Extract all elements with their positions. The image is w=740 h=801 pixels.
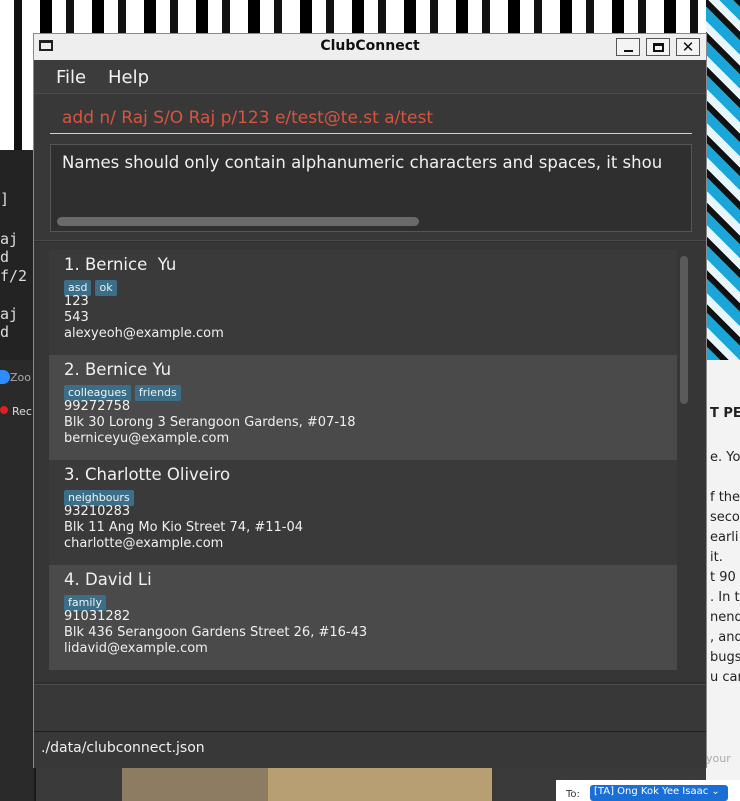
person-email: charlotte@example.com (64, 536, 224, 551)
person-card[interactable]: 3. Charlotte Oliveiro neighbours 9321028… (49, 460, 677, 565)
menu-bar: File Help (34, 60, 706, 94)
save-location: ./data/clubconnect.json (41, 740, 205, 756)
person-phone: 123 (64, 294, 89, 309)
person-name: 3. Charlotte Oliveiro (64, 465, 231, 484)
status-bar: ./data/clubconnect.json (34, 731, 706, 768)
horizontal-scrollbar[interactable] (57, 217, 419, 226)
scrollbar-thumb[interactable] (680, 256, 688, 404)
chat-recipient-dropdown[interactable]: [TA] Ong Kok Yee Isaac ⌄ (590, 785, 728, 801)
doc-line: earli (710, 530, 739, 545)
video-thumbnail (268, 766, 492, 801)
result-display[interactable]: Names should only contain alphanumeric c… (50, 144, 692, 232)
zoom-label: Zoo (10, 371, 31, 384)
doc-line: u car (710, 670, 740, 685)
person-address: Blk 436 Serangoon Gardens Street 26, #16… (64, 625, 368, 640)
doc-line: . In th (710, 590, 740, 605)
result-display-panel: Names should only contain alphanumeric c… (34, 140, 706, 241)
minimize-icon (623, 50, 633, 52)
terminal-line: aj d (0, 230, 19, 266)
person-email: lidavid@example.com (64, 641, 208, 656)
doc-line: T PE (710, 406, 740, 421)
person-phone: 93210283 (64, 504, 131, 519)
person-address: Blk 30 Lorong 3 Serangoon Gardens, #07-1… (64, 415, 356, 430)
doc-line: f the (710, 490, 740, 505)
tag: ok (95, 280, 117, 296)
person-list: 1. Bernice Yu asd ok 123 543 alexyeoh@exa… (49, 250, 677, 670)
person-name: 1. Bernice Yu (64, 255, 177, 274)
wallpaper-pattern-right (706, 0, 740, 360)
menu-file[interactable]: File (56, 67, 86, 88)
person-name: 4. David Li (64, 570, 152, 589)
terminal-line: ] (0, 190, 10, 208)
vertical-scrollbar[interactable] (678, 250, 690, 670)
empty-panel (34, 684, 706, 732)
app-window: ClubConnect ✕ File Help Names should onl… (33, 33, 707, 768)
person-phone: 99272758 (64, 399, 131, 414)
doc-line: nend (710, 610, 740, 625)
chat-input-placeholder: your (706, 752, 731, 765)
person-phone: 91031282 (64, 609, 131, 624)
tag: friends (134, 385, 181, 401)
person-card[interactable]: 1. Bernice Yu asd ok 123 543 alexyeoh@exa… (49, 250, 677, 355)
tag-list: colleagues friends (64, 381, 677, 401)
doc-line: seco (710, 510, 740, 525)
person-card[interactable]: 4. David Li family 91031282 Blk 436 Sera… (49, 565, 677, 670)
person-email: alexyeoh@example.com (64, 326, 224, 341)
person-address: 543 (64, 310, 89, 325)
doc-line: e. Yo (710, 450, 740, 465)
command-input[interactable] (50, 102, 692, 134)
terminal-line: aj d (0, 305, 19, 341)
command-box (34, 94, 706, 140)
doc-line: t 90 n (710, 570, 740, 585)
tag-list: asd ok (64, 276, 677, 296)
person-list-panel: 1. Bernice Yu asd ok 123 543 alexyeoh@exa… (34, 242, 706, 682)
tag-list: family (64, 591, 677, 611)
person-card[interactable]: 2. Bernice Yu colleagues friends 99272758… (49, 355, 677, 460)
close-button[interactable]: ✕ (676, 38, 700, 56)
doc-line: , and (710, 630, 740, 645)
chat-to-label: To: (566, 789, 580, 800)
title-bar[interactable]: ClubConnect ✕ (34, 34, 706, 61)
person-email: berniceyu@example.com (64, 431, 230, 446)
doc-line: it. (710, 550, 723, 565)
record-label: Rec (12, 405, 32, 418)
tag-list: neighbours (64, 486, 677, 506)
result-message: Names should only contain alphanumeric c… (62, 153, 663, 172)
doc-line: bugs (710, 650, 740, 665)
record-icon (0, 406, 8, 414)
maximize-button[interactable] (646, 38, 670, 56)
minimize-button[interactable] (616, 38, 640, 56)
maximize-icon (652, 42, 664, 52)
menu-help[interactable]: Help (108, 67, 149, 88)
terminal-line: f/2 (0, 267, 28, 285)
zoom-panel: Zoo Rec (0, 360, 34, 801)
person-name: 2. Bernice Yu (64, 360, 172, 379)
close-icon: ✕ (681, 37, 695, 56)
document-pane: T PE e. Yo f the seco earli it. t 90 n .… (706, 360, 740, 801)
window-title: ClubConnect (320, 38, 420, 54)
person-address: Blk 11 Ang Mo Kio Street 74, #11-04 (64, 520, 304, 535)
